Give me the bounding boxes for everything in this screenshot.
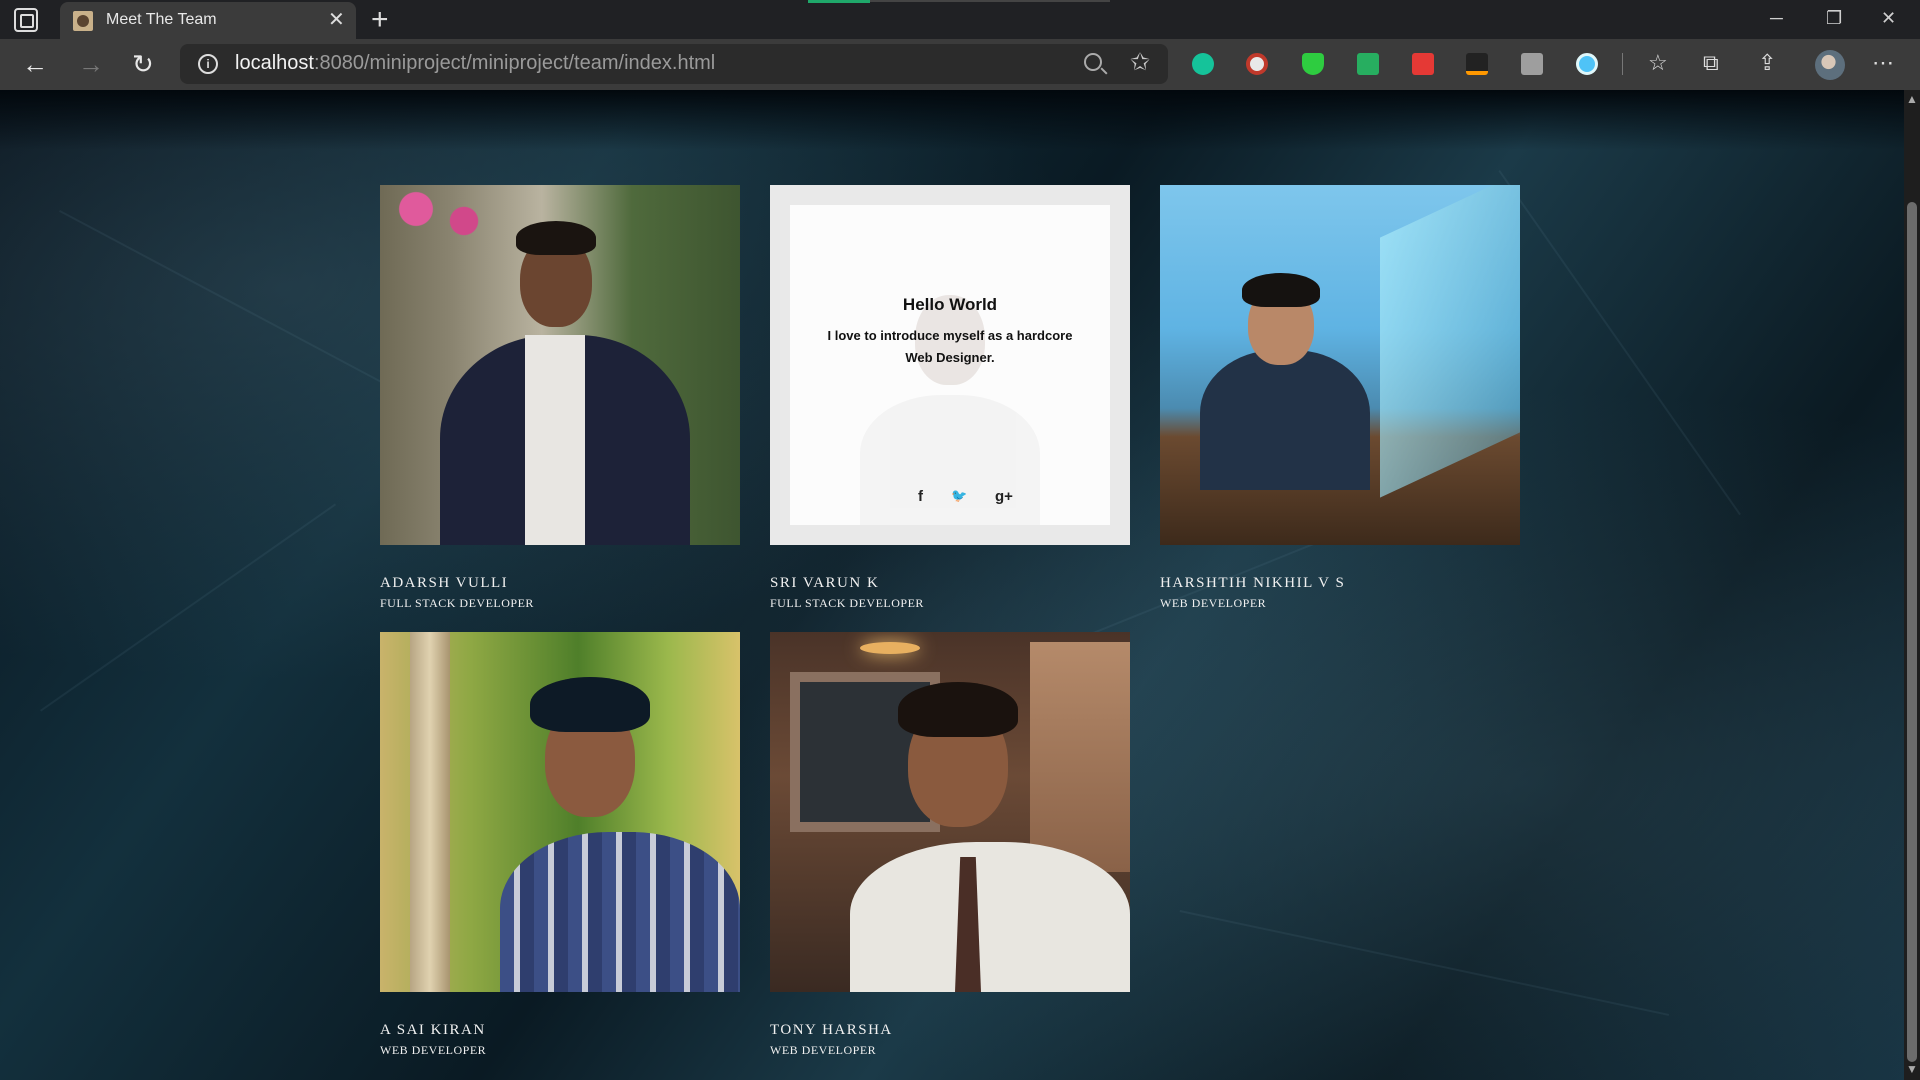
zoom-icon[interactable]	[1084, 53, 1102, 71]
paper-crease	[1498, 170, 1741, 516]
settings-menu-icon[interactable]: ⋯	[1872, 48, 1894, 78]
google-plus-icon[interactable]: g+	[995, 488, 1013, 505]
url-path: :8080/miniproject/miniproject/team/index…	[313, 52, 716, 74]
hover-description: I love to introduce myself as a hardcore…	[827, 328, 1073, 365]
copy-extension-icon[interactable]	[1521, 53, 1543, 75]
page-favicon-icon	[73, 11, 93, 31]
member-name: ADARSH VULLI	[380, 575, 509, 591]
scroll-thumb[interactable]	[1907, 202, 1917, 1062]
page-background: ADARSH VULLI FULL STACK DEVELOPER Hello …	[0, 90, 1904, 1080]
address-bar[interactable]: i localhost:8080/miniproject/miniproject…	[180, 44, 1168, 84]
scroll-down-arrow-icon[interactable]: ▼	[1906, 1062, 1918, 1076]
minimize-button[interactable]: ─	[1770, 4, 1783, 32]
toolbar-divider	[1622, 53, 1623, 75]
loading-track	[870, 0, 1110, 2]
member-role: WEB DEVELOPER	[770, 1043, 877, 1057]
refresh-button[interactable]: ↻	[132, 49, 154, 79]
member-role: WEB DEVELOPER	[1160, 596, 1267, 610]
member-name: A SAI KIRAN	[380, 1022, 486, 1038]
page-top-shade	[0, 90, 1904, 150]
tab-close-icon[interactable]: ✕	[328, 8, 345, 32]
member-role: WEB DEVELOPER	[380, 1043, 487, 1057]
restore-button[interactable]: ❐	[1826, 4, 1842, 32]
close-window-button[interactable]: ✕	[1881, 4, 1896, 32]
twitter-icon[interactable]: 🐦	[951, 488, 967, 504]
download-extension-icon[interactable]	[1357, 53, 1379, 75]
member-role: FULL STACK DEVELOPER	[770, 596, 924, 610]
member-name: SRI VARUN K	[770, 575, 880, 591]
forward-button[interactable]: →	[78, 49, 104, 79]
shield-extension-icon[interactable]	[1302, 53, 1324, 75]
url-text[interactable]: localhost:8080/miniproject/miniproject/t…	[235, 52, 715, 75]
browser-toolbar: ← → ↻ i localhost:8080/miniproject/minip…	[0, 39, 1920, 90]
share-icon[interactable]: ⇪	[1758, 48, 1776, 78]
paper-crease	[1179, 910, 1670, 1016]
extension-icon[interactable]	[1466, 53, 1488, 75]
profile-avatar[interactable]	[1815, 50, 1845, 80]
hover-overlay: Hello World I love to introduce myself a…	[790, 205, 1110, 525]
tab-meet-the-team[interactable]: Meet The Team ✕	[60, 2, 356, 39]
tp-extension-icon[interactable]	[1412, 53, 1434, 75]
member-photo	[1160, 185, 1520, 545]
site-info-icon[interactable]: i	[198, 54, 218, 74]
favorites-icon[interactable]: ☆	[1648, 48, 1668, 78]
new-tab-button[interactable]: +	[371, 3, 389, 37]
scroll-up-arrow-icon[interactable]: ▲	[1906, 92, 1918, 106]
tab-actions-icon[interactable]	[14, 8, 38, 32]
member-photo: Hello World I love to introduce myself a…	[770, 185, 1130, 545]
hover-title: Hello World	[902, 295, 998, 314]
member-name: TONY HARSHA	[770, 1022, 893, 1038]
add-favorite-icon[interactable]: ✩	[1130, 48, 1150, 77]
back-button[interactable]: ←	[22, 49, 48, 79]
loading-indicator	[808, 0, 870, 3]
member-photo	[380, 632, 740, 992]
member-photo	[770, 632, 1130, 992]
tab-bar: Meet The Team ✕ + ─ ❐ ✕	[0, 0, 1920, 39]
extension-icon[interactable]	[1246, 53, 1268, 75]
extension-icon[interactable]	[1576, 53, 1598, 75]
paper-crease	[40, 503, 337, 712]
member-photo	[380, 185, 740, 545]
member-name: HARSHTIH NIKHIL V S	[1160, 575, 1346, 591]
member-role: FULL STACK DEVELOPER	[380, 596, 534, 610]
facebook-icon[interactable]: f	[918, 488, 923, 505]
tab-title: Meet The Team	[106, 11, 217, 28]
grammarly-extension-icon[interactable]	[1192, 53, 1214, 75]
collections-icon[interactable]: ⧉	[1703, 48, 1719, 78]
vertical-scrollbar[interactable]: ▲ ▼	[1904, 90, 1920, 1080]
url-host: localhost	[235, 52, 314, 74]
